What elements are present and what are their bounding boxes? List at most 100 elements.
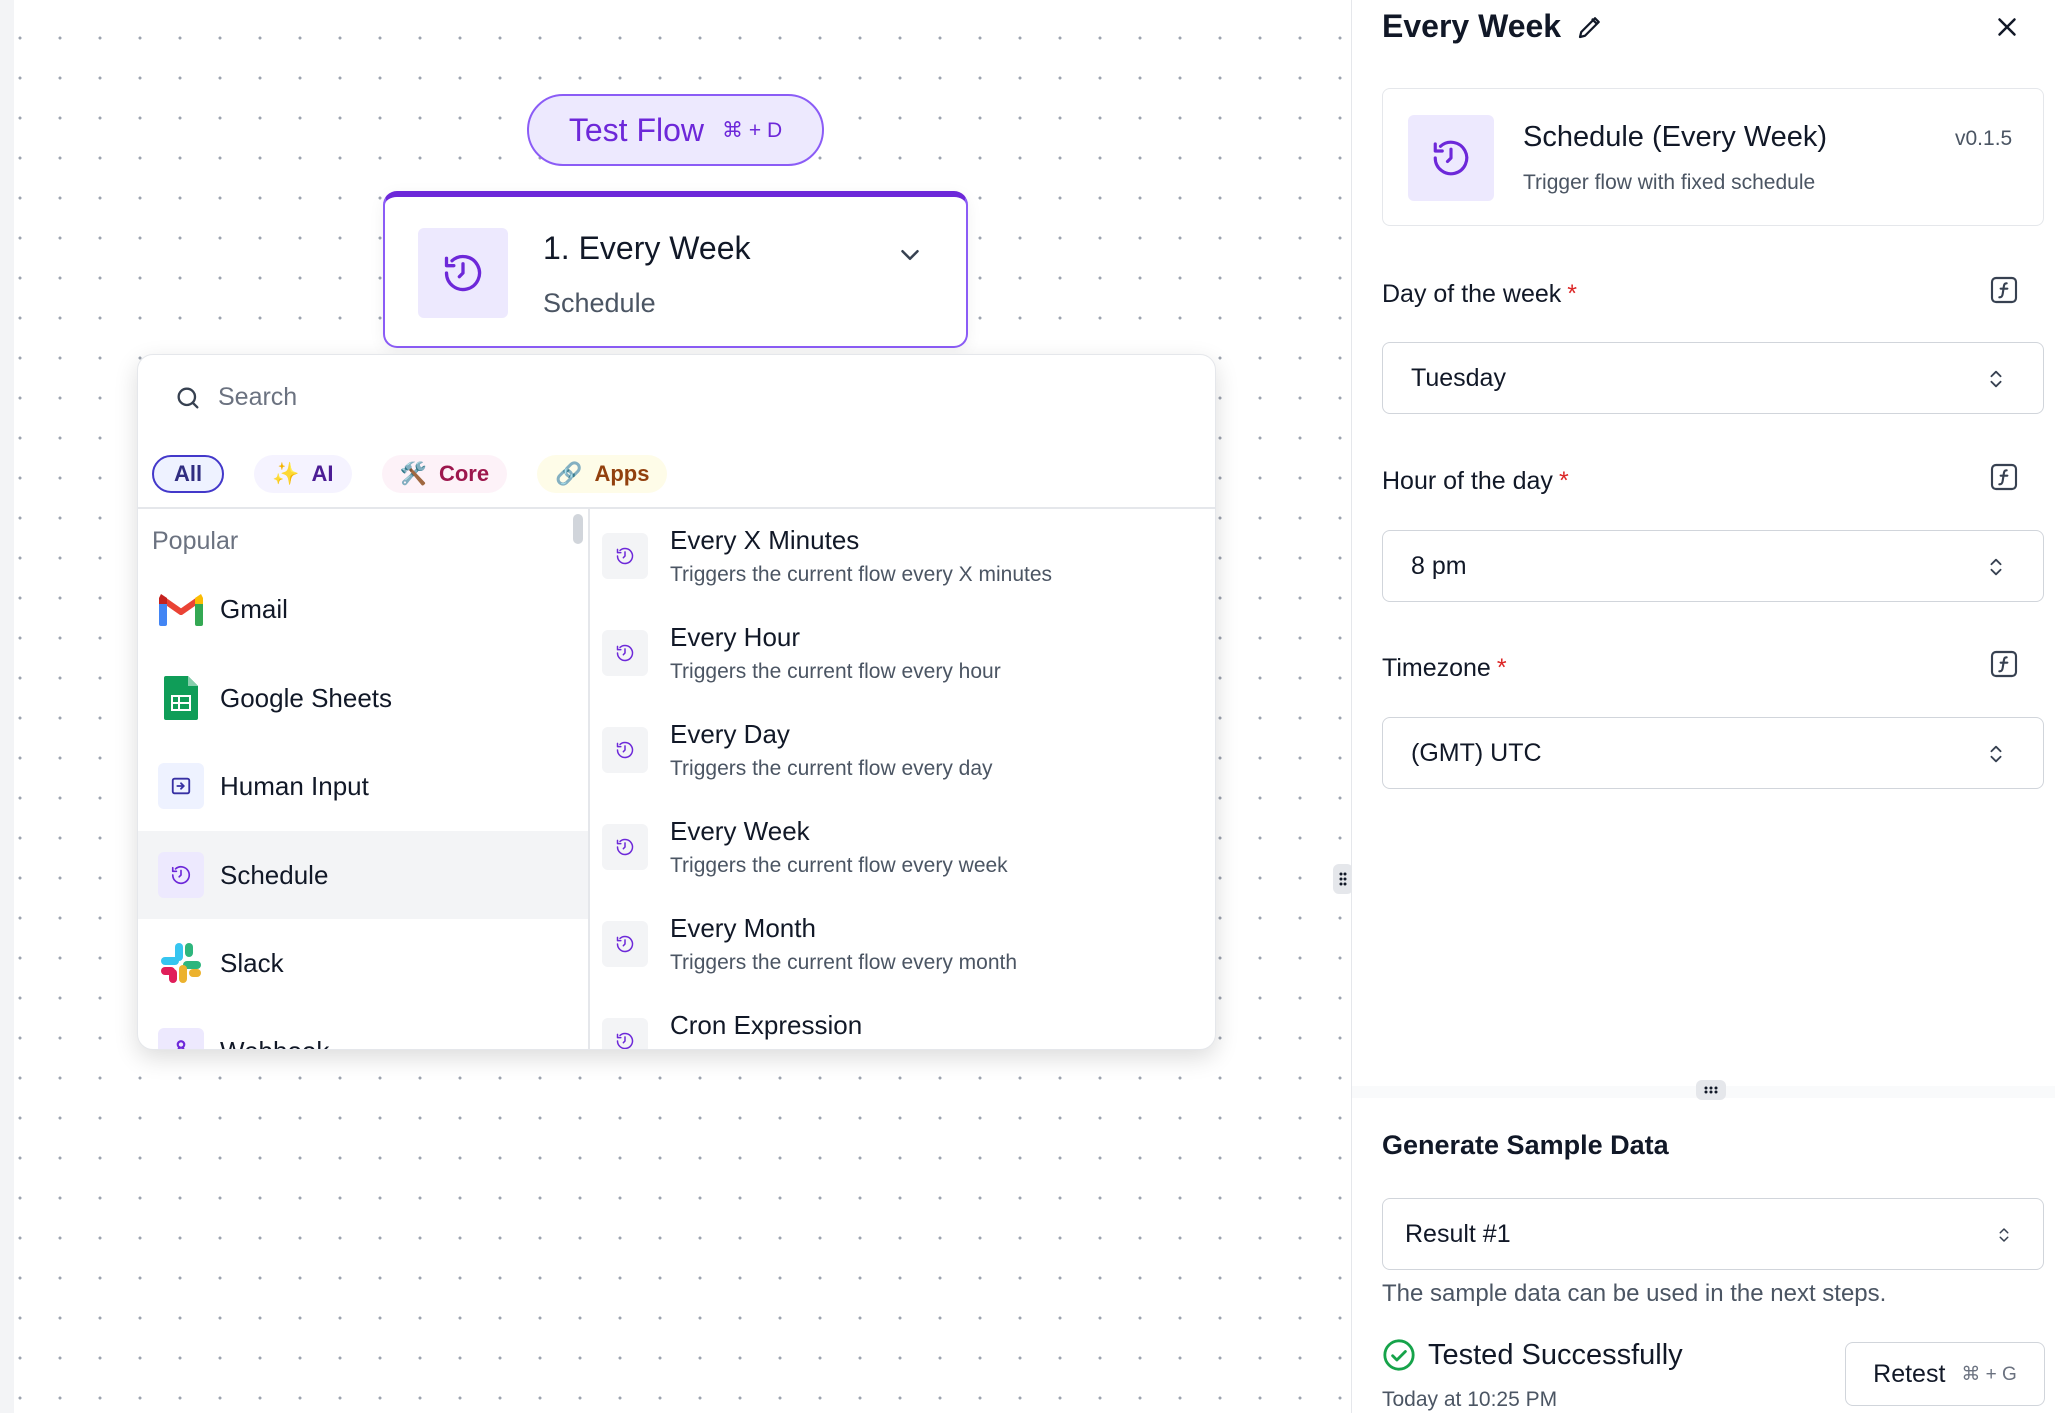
node-title: 1. Every Week [543,230,751,266]
select-value: Tuesday [1411,363,1506,392]
action-description: Triggers the current flow every week [670,854,1008,877]
schedule-icon [1408,115,1494,201]
sample-data-note: The sample data can be used in the next … [1382,1280,1887,1307]
hour-of-day-label: Hour of the day * [1382,467,1569,496]
close-icon[interactable] [1992,12,2022,42]
day-of-week-label: Day of the week * [1382,280,1577,309]
filter-all-label: All [174,461,203,486]
trigger-node[interactable]: 1. Every Week Schedule [383,191,968,348]
filter-apps-label: Apps [594,461,650,486]
field-label: Timezone [1382,654,1491,682]
pencil-icon[interactable] [1575,12,1605,42]
action-name: Cron Expression [670,1010,863,1040]
filter-core-label: Core [438,461,490,486]
action-item[interactable]: Every Hour Triggers the current flow eve… [590,606,1215,703]
node-subtitle: Schedule [543,288,656,318]
action-name: Every X Minutes [670,525,860,555]
piece-description: Trigger flow with fixed schedule [1523,171,1816,194]
test-timestamp: Today at 10:25 PM [1382,1388,1558,1411]
action-item[interactable]: Every Week Triggers the current flow eve… [590,800,1215,897]
step-settings-panel: Every Week Schedule (Every Week) Trigger… [1351,0,2055,1413]
search-icon [177,387,199,408]
action-description: Triggers the current flow every X minute… [670,563,1053,586]
chevron-down-icon[interactable] [895,240,925,270]
test-flow-shortcut: ⌘ + D [722,118,783,142]
piece-name: Schedule (Every Week) [1523,121,1828,153]
piece-name: Schedule [220,859,329,890]
action-item[interactable]: Cron Expression [590,994,1215,1049]
schedule-icon [158,852,204,898]
filter-ai-label: AI [311,461,334,486]
piece-name: Google Sheets [220,682,393,713]
search-input[interactable] [218,383,718,412]
action-description: Triggers the current flow every day [670,757,993,780]
schedule-icon [418,228,508,318]
action-description: Triggers the current flow every month [670,951,1018,974]
piece-item-human-input[interactable]: Human Input [138,742,588,830]
day-of-week-select[interactable]: Tuesday [1382,342,2044,414]
required-marker: * [1496,654,1507,682]
scrollbar[interactable] [573,514,583,544]
action-name: Every Week [670,816,810,846]
dynamic-value-icon[interactable] [1988,461,2020,493]
test-flow-label: Test Flow [568,111,705,148]
sparkles-icon: ✨ [272,461,300,486]
field-label: Day of the week [1382,280,1562,308]
sample-data-title: Generate Sample Data [1382,1130,1669,1160]
action-name: Every Day [670,719,790,749]
schedule-icon [602,630,648,676]
chevron-up-down-icon [1990,745,2002,763]
retest-label: Retest [1873,1359,1946,1388]
action-item[interactable]: Every X Minutes Triggers the current flo… [590,509,1215,606]
piece-item-gmail[interactable]: Gmail [138,565,588,653]
schedule-icon [602,533,648,579]
required-marker: * [1567,280,1577,308]
timezone-select[interactable]: (GMT) UTC [1382,717,2044,789]
popular-heading: Popular [152,527,239,555]
slack-icon [158,940,204,986]
panel-resize-handle[interactable] [1333,864,1353,894]
piece-info-card: Schedule (Every Week) Trigger flow with … [1382,88,2044,226]
pieces-list: Popular Gmail Google Sheets Human Input … [138,509,588,1050]
retest-button[interactable]: Retest ⌘ + G [1845,1342,2045,1406]
required-marker: * [1558,467,1569,495]
filter-core[interactable]: 🛠️ Core [381,455,508,493]
piece-selector-popover: All ✨ AI 🛠️ Core 🔗 Apps Popular [137,354,1216,1050]
hour-of-day-select[interactable]: 8 pm [1382,530,2044,602]
check-circle-icon [1383,1339,1415,1371]
google-sheets-icon [158,675,204,721]
piece-item-webhook[interactable]: Webhook [138,1007,588,1050]
chevron-up-down-icon [1999,1228,2009,1242]
link-icon: 🔗 [555,461,583,486]
schedule-icon [602,824,648,870]
piece-item-slack[interactable]: Slack [138,919,588,1007]
action-item[interactable]: Every Month Triggers the current flow ev… [590,897,1215,994]
action-description: Triggers the current flow every hour [670,660,1001,683]
action-name: Every Month [670,913,816,943]
test-flow-button[interactable]: Test Flow ⌘ + D [527,94,824,166]
section-resize-handle[interactable] [1696,1080,1726,1100]
filter-apps[interactable]: 🔗 Apps [537,455,668,493]
result-select[interactable]: Result #1 [1382,1198,2044,1270]
chevron-up-down-icon [1990,370,2002,388]
timezone-label: Timezone * [1382,654,1507,683]
action-item[interactable]: Every Day Triggers the current flow ever… [590,703,1215,800]
piece-name: Webhook [220,1036,329,1050]
piece-item-schedule[interactable]: Schedule [138,831,588,919]
chevron-up-down-icon [1990,558,2002,576]
test-status: Tested Successfully [1382,1338,1683,1372]
dynamic-value-icon[interactable] [1988,648,2020,680]
piece-item-google-sheets[interactable]: Google Sheets [138,654,588,742]
human-input-icon [158,763,204,809]
dynamic-value-icon[interactable] [1988,274,2020,306]
gmail-icon [158,586,204,632]
actions-list: Every X Minutes Triggers the current flo… [590,509,1215,1049]
filter-ai[interactable]: ✨ AI [254,455,352,493]
retest-shortcut: ⌘ + G [1961,1363,2017,1385]
filter-all[interactable]: All [152,455,225,493]
search-bar[interactable] [174,383,718,412]
piece-name: Gmail [220,593,288,624]
piece-name: Human Input [220,770,369,801]
action-name: Every Hour [670,622,801,652]
filter-chips: All ✨ AI 🛠️ Core 🔗 Apps [152,455,668,493]
